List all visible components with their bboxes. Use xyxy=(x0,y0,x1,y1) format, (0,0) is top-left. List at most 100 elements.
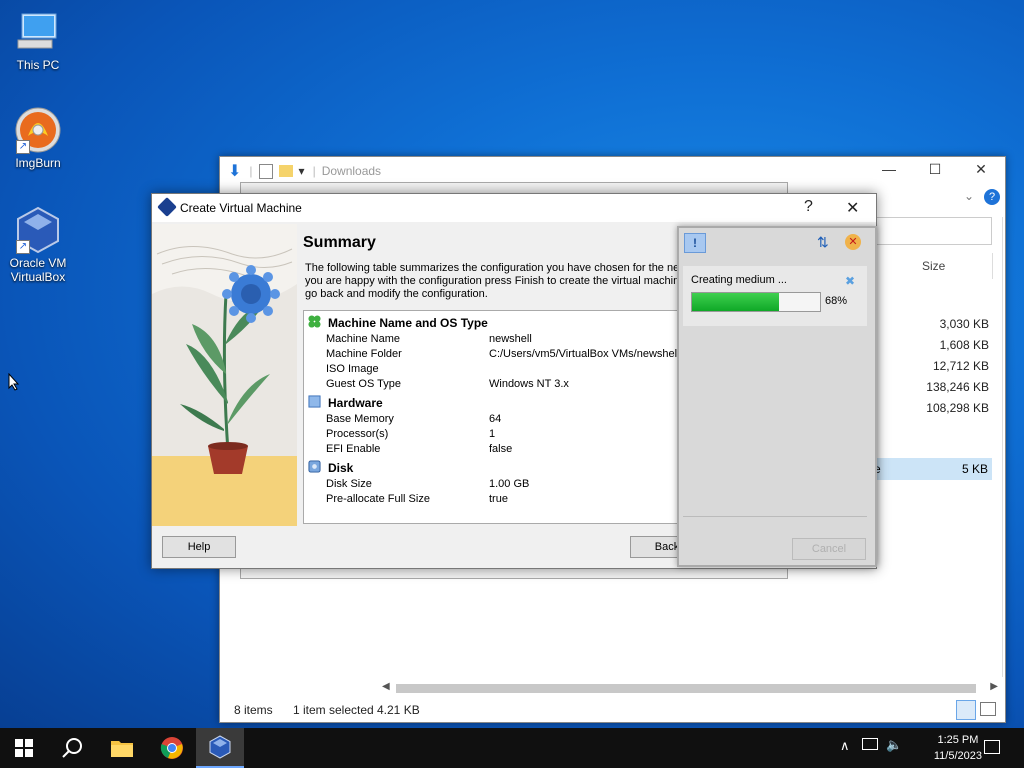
clock-time: 1:25 PM xyxy=(937,734,979,746)
file-size: 108,298 KB xyxy=(926,401,989,415)
vertical-scroll-line xyxy=(1002,217,1003,677)
dialog-titlebar: Create Virtual Machine ? ✕ xyxy=(152,194,876,222)
row-value: 64 xyxy=(489,413,502,425)
column-header-size[interactable]: Size xyxy=(922,259,945,273)
row-value: Windows NT 3.x xyxy=(489,378,569,390)
scroll-right-icon[interactable]: ▶ xyxy=(990,681,998,692)
progress-bar-fill xyxy=(692,293,780,311)
mouse-cursor-icon xyxy=(8,373,20,391)
chrome-icon xyxy=(160,737,183,759)
summary-description-line: The following table summarizes the confi… xyxy=(305,262,685,274)
summary-description: The following table summarizes the confi… xyxy=(305,262,685,301)
this-pc-icon xyxy=(14,8,62,56)
file-size: 12,712 KB xyxy=(932,359,989,373)
taskbar-chrome[interactable] xyxy=(148,728,196,768)
notification-center-icon[interactable]: ! xyxy=(684,233,706,253)
progress-label: Creating medium ... xyxy=(691,274,787,286)
quick-access-dropdown-icon[interactable]: ▾ xyxy=(299,164,305,178)
section-title: Machine Name and OS Type xyxy=(328,316,488,330)
desktop-icon-label: This PC xyxy=(16,58,60,72)
minimize-button[interactable]: — xyxy=(866,161,912,183)
status-item-count: 8 items xyxy=(234,703,273,717)
notifications-icon[interactable] xyxy=(984,740,1000,754)
clover-icon xyxy=(308,315,321,328)
windows-logo-icon xyxy=(15,739,33,757)
row-key: ISO Image xyxy=(326,363,379,375)
desktop-icon-virtualbox[interactable]: ↗ Oracle VM VirtualBox xyxy=(0,206,76,284)
clear-all-icon[interactable]: ✕ xyxy=(845,234,861,250)
volume-muted-icon[interactable]: 🔈 xyxy=(886,737,902,753)
system-clock[interactable]: 1:25 PM 11/5/2023 xyxy=(934,732,982,764)
selected-file-row[interactable]: e 5 KB xyxy=(860,458,992,480)
file-size: 3,030 KB xyxy=(939,317,989,331)
taskbar-virtualbox[interactable] xyxy=(196,728,244,768)
virtualbox-logo-icon xyxy=(157,197,177,217)
row-key: Machine Name xyxy=(326,333,400,345)
shortcut-arrow-icon: ↗ xyxy=(16,240,30,254)
shortcut-arrow-icon: ↗ xyxy=(16,140,30,154)
cancel-button[interactable]: Cancel xyxy=(792,538,866,560)
taskbar: ∧ 🔈 1:25 PM 11/5/2023 xyxy=(0,728,1024,768)
dialog-close-button[interactable]: ✕ xyxy=(846,198,859,218)
summary-description-line: go back and modify the configuration. xyxy=(305,288,488,300)
row-key: Processor(s) xyxy=(326,428,389,440)
ribbon-expand-icon[interactable]: ⌄ xyxy=(964,189,974,203)
start-button[interactable] xyxy=(0,728,48,768)
status-size: 4.21 KB xyxy=(377,703,420,717)
properties-icon[interactable] xyxy=(258,163,273,179)
row-value: C:/Users/vm5/VirtualBox VMs/newshell xyxy=(489,348,679,360)
row-value: 1.00 GB xyxy=(489,478,530,490)
row-value: 1 xyxy=(489,428,496,440)
close-button[interactable]: ✕ xyxy=(958,161,1004,183)
row-key: Machine Folder xyxy=(326,348,402,360)
virtualbox-icon: ↗ xyxy=(14,206,62,254)
dialog-help-button[interactable]: ? xyxy=(804,198,813,216)
summary-table[interactable]: Machine Name and OS Type Machine Name ne… xyxy=(303,310,679,524)
search-button[interactable] xyxy=(48,728,96,768)
scroll-thumb[interactable] xyxy=(396,684,976,693)
chip-icon xyxy=(308,395,321,408)
details-view-icon[interactable] xyxy=(956,700,976,720)
row-value: false xyxy=(489,443,513,455)
explorer-titlebar: ⬇ | ▾ | Downloads — ☐ ✕ xyxy=(220,157,1005,185)
download-arrow-icon: ⬇ xyxy=(228,163,242,180)
imgburn-icon: ↗ xyxy=(14,106,62,154)
summary-heading: Summary xyxy=(303,234,376,251)
desktop-icon-label: ImgBurn xyxy=(15,156,61,170)
taskbar-file-explorer[interactable] xyxy=(98,728,146,768)
cancel-progress-icon[interactable]: ✖ xyxy=(845,274,855,288)
virtualbox-icon xyxy=(209,735,231,759)
row-key: Guest OS Type xyxy=(326,378,402,390)
maximize-button[interactable]: ☐ xyxy=(912,161,958,183)
section-title: Hardware xyxy=(328,396,383,410)
section-title: Disk xyxy=(328,461,354,475)
desktop-icon-label: Oracle VM VirtualBox xyxy=(9,256,67,284)
sort-icon[interactable]: ⇅ xyxy=(817,234,829,251)
column-divider xyxy=(992,253,993,279)
file-size: 5 KB xyxy=(961,462,988,476)
search-box[interactable] xyxy=(876,217,992,245)
progress-bar xyxy=(691,292,821,312)
progress-overlay: ! ⇅ ✕ Creating medium ... ✖ 68% Cancel xyxy=(677,226,877,567)
disabled-button xyxy=(721,538,793,558)
row-key: Disk Size xyxy=(326,478,372,490)
horizontal-scrollbar[interactable]: ◀ ▶ xyxy=(380,681,1000,695)
help-button[interactable]: Help xyxy=(162,536,236,558)
row-key: Base Memory xyxy=(326,413,394,425)
status-selected: 1 item selected xyxy=(293,703,374,717)
row-value: newshell xyxy=(489,333,532,345)
scroll-left-icon[interactable]: ◀ xyxy=(382,681,390,692)
file-size: 138,246 KB xyxy=(926,380,989,394)
desktop-icon-this-pc[interactable]: This PC xyxy=(0,8,76,72)
help-icon[interactable]: ? xyxy=(984,189,1000,205)
wizard-illustration xyxy=(152,224,297,526)
row-key: EFI Enable xyxy=(326,443,381,455)
show-hidden-icons[interactable]: ∧ xyxy=(840,738,850,754)
explorer-status-bar: 8 items 1 item selected 4.21 KB xyxy=(220,700,1005,722)
desktop-icon-imgburn[interactable]: ↗ ImgBurn xyxy=(0,106,76,170)
large-icons-view-icon[interactable] xyxy=(980,702,996,716)
network-icon[interactable] xyxy=(862,738,878,750)
new-folder-icon[interactable] xyxy=(278,165,293,177)
row-value: true xyxy=(489,493,508,505)
search-icon xyxy=(62,738,82,758)
